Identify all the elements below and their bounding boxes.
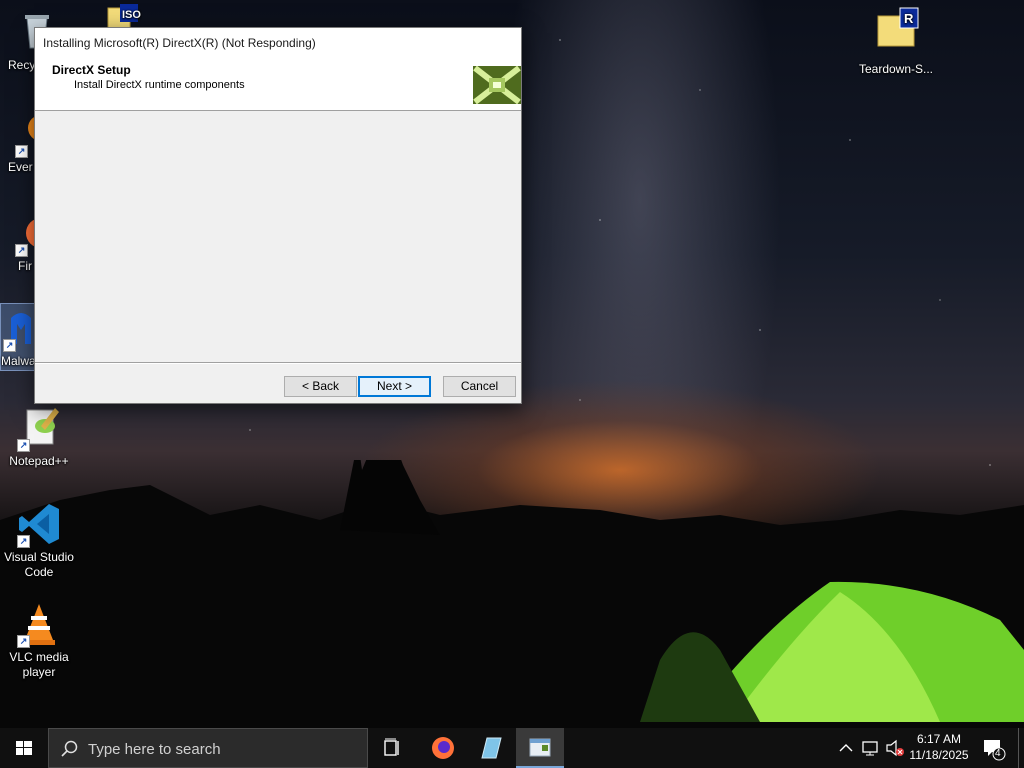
dialog-titlebar[interactable]: Installing Microsoft(R) DirectX(R) (Not … xyxy=(35,28,521,58)
svg-text:ISO: ISO xyxy=(122,9,141,21)
search-icon xyxy=(61,740,78,757)
desktop-icon-teardown-folder[interactable]: R Teardown-S... xyxy=(857,6,935,77)
network-icon xyxy=(862,741,878,756)
directx-setup-dialog: Installing Microsoft(R) DirectX(R) (Not … xyxy=(34,27,522,404)
taskbar-app-blue[interactable] xyxy=(467,728,515,768)
desktop-icon-label: VLC media player xyxy=(9,650,69,679)
volume-button[interactable] xyxy=(884,728,906,768)
back-button[interactable]: < Back xyxy=(284,376,357,397)
dialog-header: DirectX Setup Install DirectX runtime co… xyxy=(35,58,521,111)
folder-r-icon: R xyxy=(872,6,920,54)
notification-icon xyxy=(984,740,1006,761)
iso-file-icon: ISO xyxy=(94,2,142,30)
desktop-icon-malwarebytes[interactable]: ↗ Malwa xyxy=(0,303,36,371)
vlc-icon: ↗ xyxy=(15,600,63,648)
action-center-button[interactable]: 4 xyxy=(978,728,1008,768)
show-desktop-button[interactable] xyxy=(1018,728,1024,768)
taskbar: Type here to search 6:17 AM 11/18/2025 4 xyxy=(0,728,1024,768)
desktop-icon-notepad-plus-plus[interactable]: ↗ Notepad++ xyxy=(0,404,78,469)
taskbar-firefox[interactable] xyxy=(419,728,467,768)
notepad-plus-plus-icon: ↗ xyxy=(15,404,63,452)
malwarebytes-icon: ↗ xyxy=(1,304,35,352)
directx-logo-icon xyxy=(473,65,521,105)
setup-window-icon xyxy=(529,738,551,757)
shortcut-arrow-icon: ↗ xyxy=(17,635,30,648)
shortcut-arrow-icon: ↗ xyxy=(3,339,16,352)
desktop-icon-label: Notepad++ xyxy=(9,454,69,468)
desktop-icon-vlc[interactable]: ↗ VLC media player xyxy=(0,600,78,680)
svg-text:R: R xyxy=(904,11,914,26)
task-view-icon xyxy=(384,738,399,756)
vscode-icon: ↗ xyxy=(15,500,63,548)
start-button[interactable] xyxy=(0,728,48,768)
shortcut-arrow-icon: ↗ xyxy=(17,535,30,548)
header-subtitle: Install DirectX runtime components xyxy=(74,79,245,91)
notepad-app-icon xyxy=(481,737,502,759)
next-button[interactable]: Next > xyxy=(358,376,431,397)
cancel-button[interactable]: Cancel xyxy=(443,376,516,397)
notification-count: 4 xyxy=(995,748,1001,759)
clock-date: 11/18/2025 xyxy=(909,748,969,762)
firefox-icon xyxy=(432,737,454,759)
network-button[interactable] xyxy=(860,728,882,768)
desktop-icon-vscode[interactable]: ↗ Visual Studio Code xyxy=(0,500,78,580)
mountain-silhouette xyxy=(0,460,1024,728)
tray-overflow-button[interactable] xyxy=(836,728,856,768)
windows-logo-icon xyxy=(16,741,32,755)
desktop-icon-label: Visual Studio Code xyxy=(4,550,74,579)
clock-time: 6:17 AM xyxy=(916,732,962,746)
desktop-icon-label: Teardown-S... xyxy=(858,62,934,76)
shortcut-arrow-icon: ↗ xyxy=(15,145,28,158)
desktop-icon-label: Malwa xyxy=(1,354,36,368)
task-view-button[interactable] xyxy=(368,728,416,768)
header-title: DirectX Setup xyxy=(52,63,131,77)
shortcut-arrow-icon: ↗ xyxy=(17,439,30,452)
volume-muted-icon xyxy=(886,739,904,757)
dialog-title: Installing Microsoft(R) DirectX(R) (Not … xyxy=(43,36,316,50)
search-placeholder: Type here to search xyxy=(88,741,221,758)
taskbar-search-box[interactable]: Type here to search xyxy=(48,728,368,768)
shortcut-arrow-icon: ↗ xyxy=(15,244,28,257)
dialog-divider xyxy=(35,362,521,364)
taskbar-clock[interactable]: 6:17 AM 11/18/2025 xyxy=(904,731,974,763)
taskbar-directx-setup[interactable] xyxy=(516,728,564,768)
chevron-up-icon xyxy=(839,744,853,752)
dialog-content-area xyxy=(35,112,521,362)
